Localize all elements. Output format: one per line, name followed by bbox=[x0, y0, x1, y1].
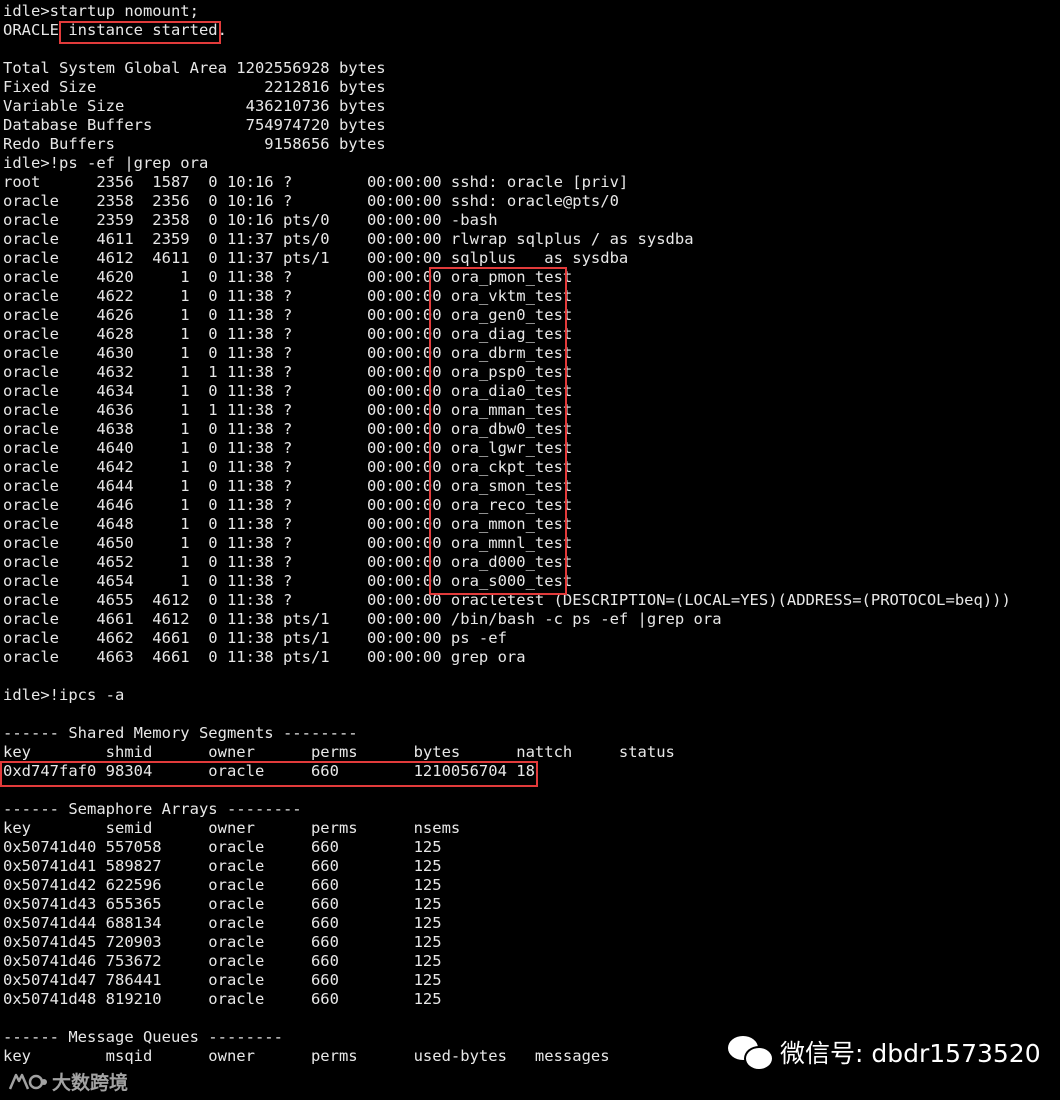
terminal-line: ------ Semaphore Arrays -------- bbox=[3, 800, 302, 818]
terminal-line: 0x50741d41 589827 oracle 660 125 bbox=[3, 857, 442, 875]
terminal-line: root 2356 1587 0 10:16 ? 00:00:00 sshd: … bbox=[3, 173, 629, 191]
terminal-line: 0x50741d43 655365 oracle 660 125 bbox=[3, 895, 442, 913]
terminal-line: 0x50741d46 753672 oracle 660 125 bbox=[3, 952, 442, 970]
terminal-line: idle>startup nomount; bbox=[3, 2, 199, 20]
terminal-line: oracle 4655 4612 0 11:38 ? 00:00:00 orac… bbox=[3, 591, 1011, 609]
terminal-line: oracle 4661 4612 0 11:38 pts/1 00:00:00 … bbox=[3, 610, 722, 628]
terminal-line: Database Buffers 754974720 bytes bbox=[3, 116, 386, 134]
terminal-line: Redo Buffers 9158656 bytes bbox=[3, 135, 386, 153]
terminal-line: key semid owner perms nsems bbox=[3, 819, 461, 837]
terminal-line: oracle 4654 1 0 11:38 ? 00:00:00 ora_s00… bbox=[3, 572, 573, 590]
terminal-line: ORACLE instance started. bbox=[3, 21, 227, 39]
terminal-line: ------ Shared Memory Segments -------- bbox=[3, 724, 358, 742]
terminal-line: oracle 4632 1 1 11:38 ? 00:00:00 ora_psp… bbox=[3, 363, 573, 381]
terminal-line: oracle 4640 1 0 11:38 ? 00:00:00 ora_lgw… bbox=[3, 439, 573, 457]
terminal-line: oracle 4644 1 0 11:38 ? 00:00:00 ora_smo… bbox=[3, 477, 573, 495]
terminal-line: oracle 2359 2358 0 10:16 pts/0 00:00:00 … bbox=[3, 211, 498, 229]
terminal-line: oracle 4652 1 0 11:38 ? 00:00:00 ora_d00… bbox=[3, 553, 573, 571]
terminal-line: oracle 4650 1 0 11:38 ? 00:00:00 ora_mmn… bbox=[3, 534, 573, 552]
terminal-line: oracle 4634 1 0 11:38 ? 00:00:00 ora_dia… bbox=[3, 382, 573, 400]
terminal-line: idle>!ipcs -a bbox=[3, 686, 125, 704]
terminal-line: Variable Size 436210736 bytes bbox=[3, 97, 386, 115]
brand-watermark: 大数跨境 bbox=[6, 1068, 128, 1095]
terminal-output: idle>startup nomount; ORACLE instance sta… bbox=[3, 2, 1011, 1066]
terminal-line: oracle 4611 2359 0 11:37 pts/0 00:00:00 … bbox=[3, 230, 694, 248]
brand-text: 大数跨境 bbox=[52, 1072, 129, 1094]
terminal-line: oracle 4626 1 0 11:38 ? 00:00:00 ora_gen… bbox=[3, 306, 573, 324]
terminal-line: 0x50741d47 786441 oracle 660 125 bbox=[3, 971, 442, 989]
wechat-icon bbox=[728, 1034, 774, 1071]
terminal-line: 0x50741d45 720903 oracle 660 125 bbox=[3, 933, 442, 951]
terminal-line: oracle 4638 1 0 11:38 ? 00:00:00 ora_dbw… bbox=[3, 420, 573, 438]
terminal-line: 0x50741d48 819210 oracle 660 125 bbox=[3, 990, 442, 1008]
terminal-line: oracle 4628 1 0 11:38 ? 00:00:00 ora_dia… bbox=[3, 325, 573, 343]
terminal-line: 0x50741d40 557058 oracle 660 125 bbox=[3, 838, 442, 856]
terminal-line: oracle 4663 4661 0 11:38 pts/1 00:00:00 … bbox=[3, 648, 526, 666]
terminal-line: key shmid owner perms bytes nattch statu… bbox=[3, 743, 675, 761]
terminal-line: oracle 4646 1 0 11:38 ? 00:00:00 ora_rec… bbox=[3, 496, 573, 514]
brand-logo-icon bbox=[8, 1073, 47, 1089]
wechat-id-text: 微信号: dbdr1573520 bbox=[780, 1039, 1041, 1068]
terminal-line: 0x50741d42 622596 oracle 660 125 bbox=[3, 876, 442, 894]
terminal-line: 0xd747faf0 98304 oracle 660 1210056704 1… bbox=[3, 762, 535, 780]
terminal-line: oracle 4662 4661 0 11:38 pts/1 00:00:00 … bbox=[3, 629, 507, 647]
terminal-line: oracle 4620 1 0 11:38 ? 00:00:00 ora_pmo… bbox=[3, 268, 573, 286]
terminal-line: oracle 4648 1 0 11:38 ? 00:00:00 ora_mmo… bbox=[3, 515, 573, 533]
wechat-watermark: 微信号: dbdr1573520 bbox=[728, 1030, 1041, 1074]
terminal-line: oracle 4612 4611 0 11:37 pts/1 00:00:00 … bbox=[3, 249, 629, 267]
terminal-line: oracle 4622 1 0 11:38 ? 00:00:00 ora_vkt… bbox=[3, 287, 573, 305]
terminal-line: oracle 2358 2356 0 10:16 ? 00:00:00 sshd… bbox=[3, 192, 619, 210]
terminal-line: oracle 4636 1 1 11:38 ? 00:00:00 ora_mma… bbox=[3, 401, 573, 419]
terminal-line: oracle 4642 1 0 11:38 ? 00:00:00 ora_ckp… bbox=[3, 458, 573, 476]
terminal-line: 0x50741d44 688134 oracle 660 125 bbox=[3, 914, 442, 932]
terminal-line: oracle 4630 1 0 11:38 ? 00:00:00 ora_dbr… bbox=[3, 344, 573, 362]
terminal-line: idle>!ps -ef |grep ora bbox=[3, 154, 209, 172]
terminal-line: Total System Global Area 1202556928 byte… bbox=[3, 59, 386, 77]
terminal-line: Fixed Size 2212816 bytes bbox=[3, 78, 386, 96]
